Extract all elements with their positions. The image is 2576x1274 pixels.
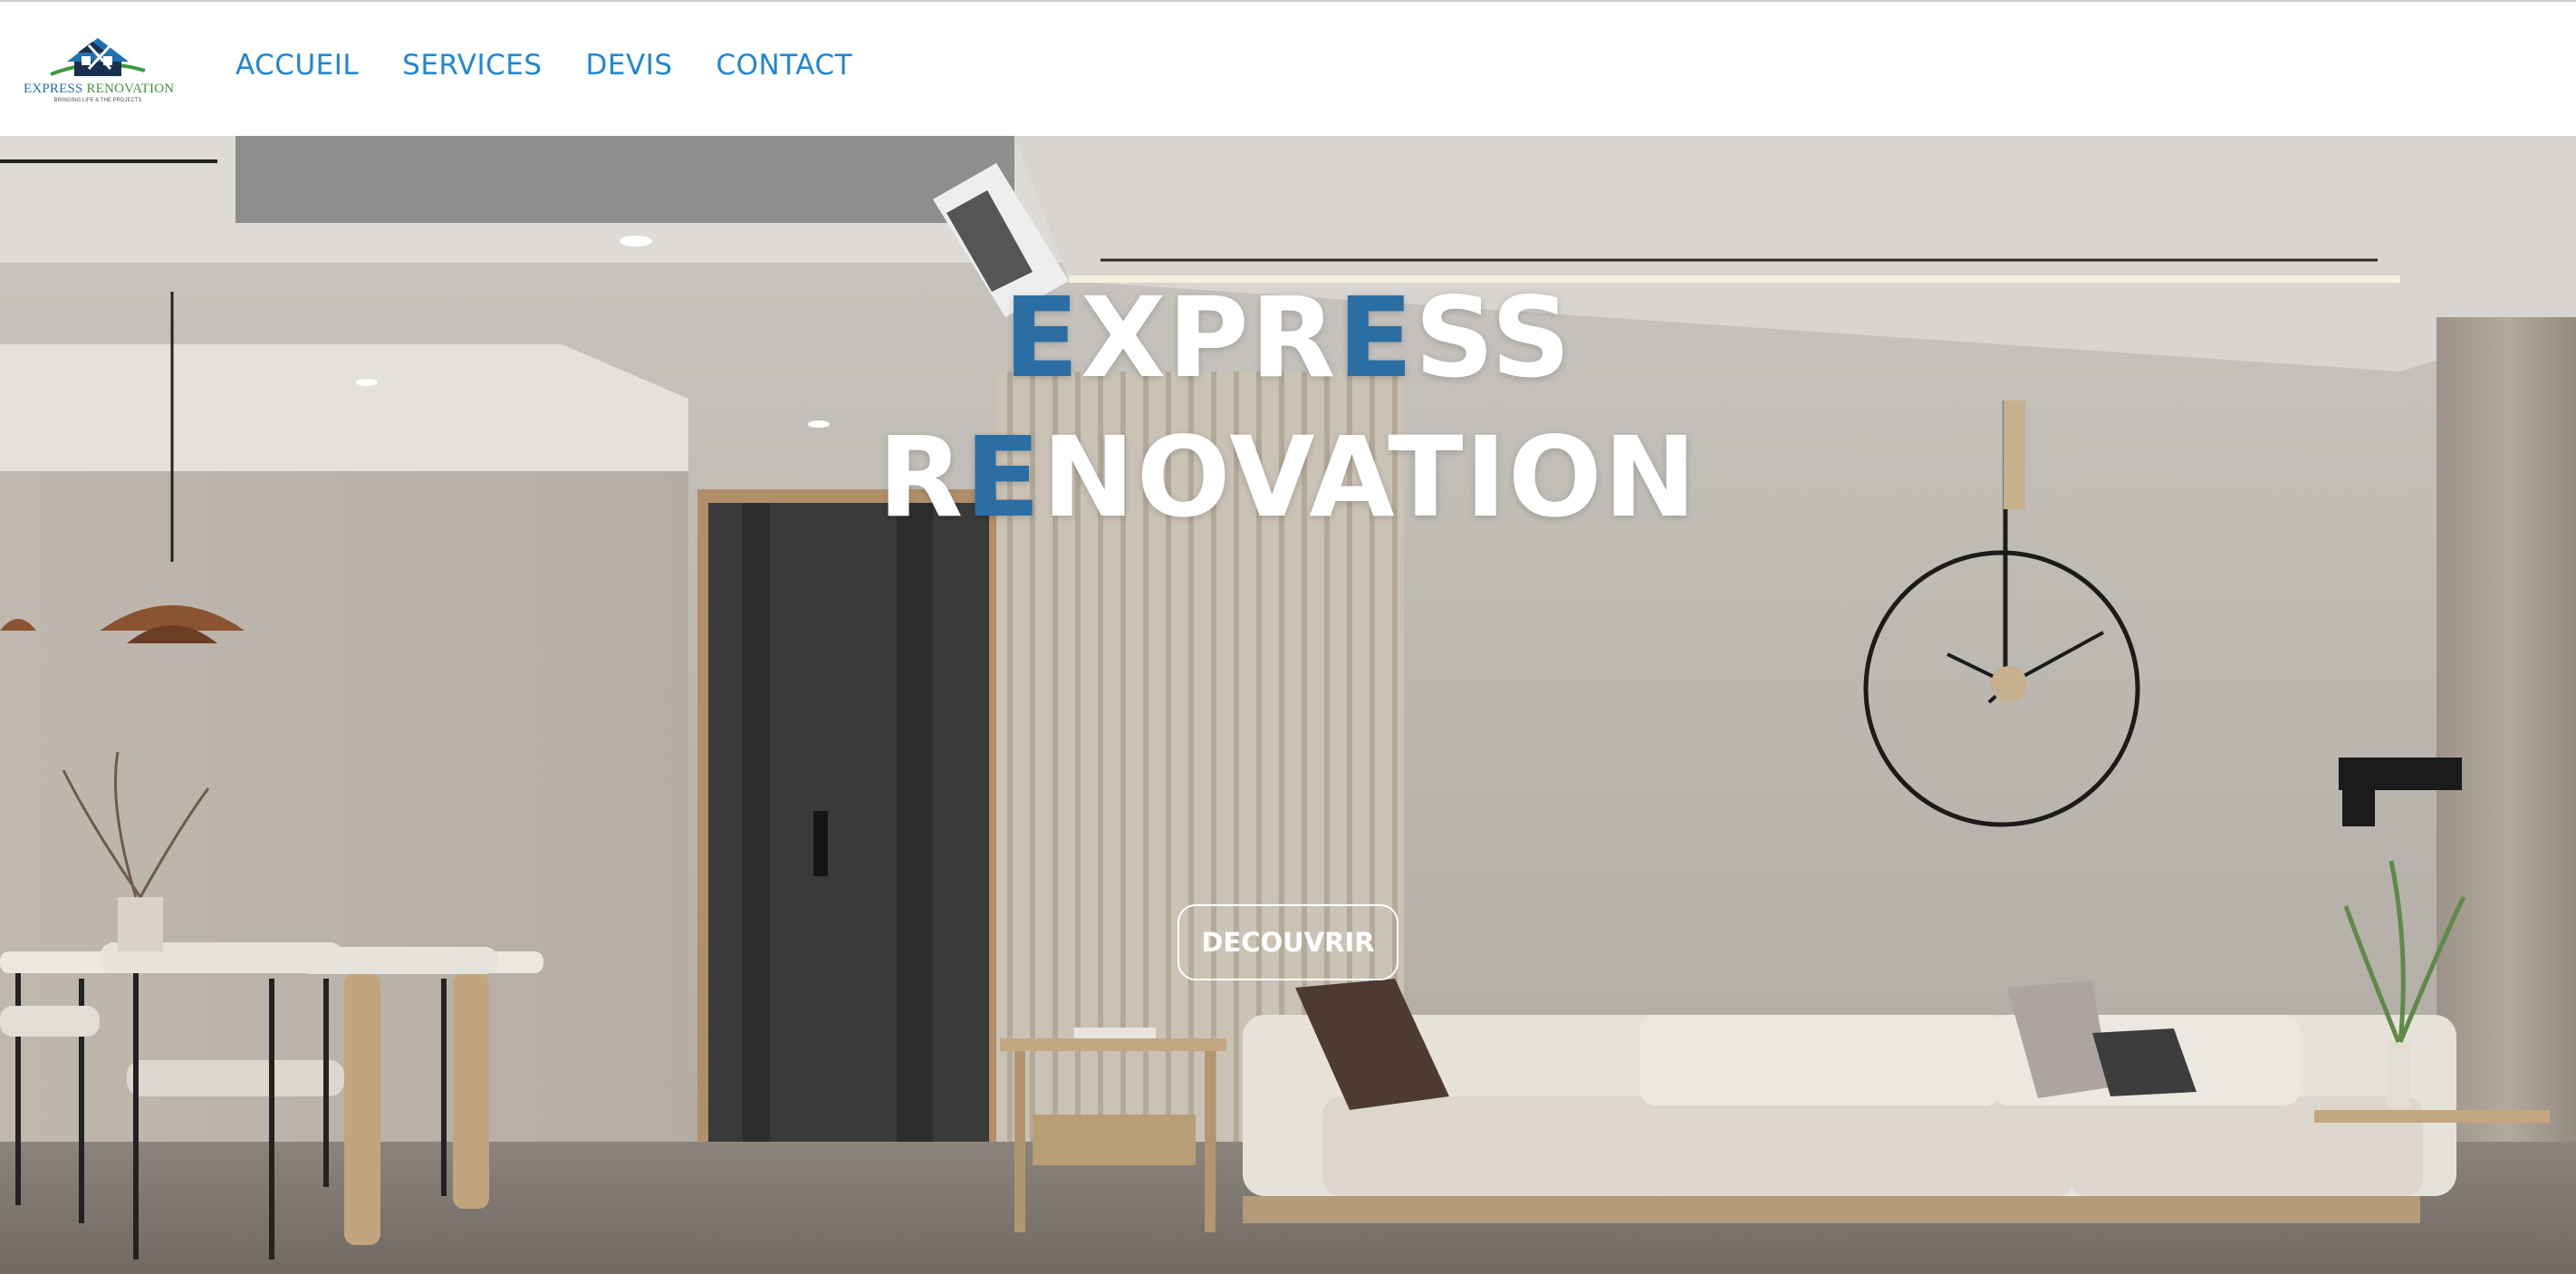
house-logo-icon bbox=[50, 38, 146, 76]
hero-title-text: SS bbox=[1414, 274, 1573, 402]
site-header: EXPRESS RENOVATION BRINGING LIFE & THE P… bbox=[0, 2, 2576, 136]
hero-title-text: XPR bbox=[1081, 274, 1338, 402]
hero-title-accent-letter: E bbox=[965, 413, 1043, 542]
logo-tagline: BRINGING LIFE & THE PROJECTS bbox=[53, 98, 142, 103]
nav-accueil[interactable]: ACCUEIL bbox=[235, 49, 359, 82]
nav-contact[interactable]: CONTACT bbox=[716, 49, 853, 82]
hero-title-accent-letter: E bbox=[1337, 274, 1415, 402]
hero-title-accent-letter: E bbox=[1003, 274, 1081, 402]
logo-brand: EXPRESS RENOVATION bbox=[24, 82, 175, 97]
hero-title-line-1: EXPRESS bbox=[0, 274, 2576, 402]
main-nav: ACCUEIL SERVICES DEVIS CONTACT bbox=[235, 49, 852, 82]
nav-devis[interactable]: DEVIS bbox=[586, 49, 673, 82]
nav-services[interactable]: SERVICES bbox=[402, 49, 542, 82]
site-logo[interactable]: EXPRESS RENOVATION BRINGING LIFE & THE P… bbox=[24, 29, 175, 112]
decouvrir-button[interactable]: DECOUVRIR bbox=[1177, 904, 1399, 980]
hero-section: EXPRESS RENOVATION DECOUVRIR bbox=[0, 136, 2576, 1274]
hero-title-text: NOVATION bbox=[1042, 413, 1698, 542]
hero-title-text: R bbox=[878, 413, 966, 542]
logo-word-renovation: RENOVATION bbox=[86, 82, 175, 96]
logo-word-express: EXPRESS bbox=[24, 82, 83, 96]
hero-title-line-2: RENOVATION bbox=[0, 413, 2576, 542]
